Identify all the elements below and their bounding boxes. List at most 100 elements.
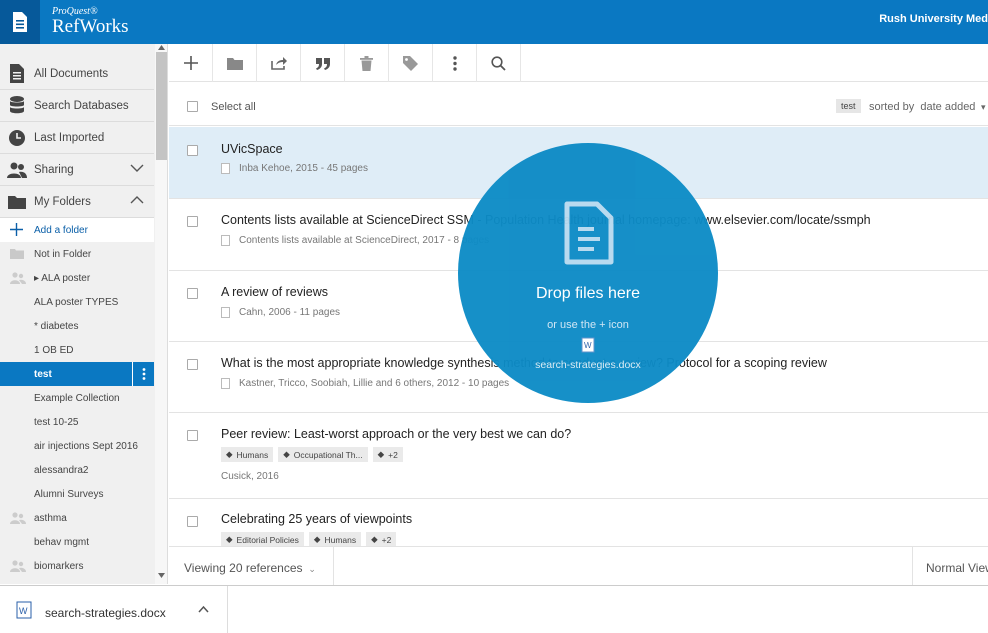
tag-icon: ◆ [377,449,385,459]
scroll-down-arrow-icon[interactable] [158,573,165,578]
reference-title[interactable]: UVicSpace [221,142,283,156]
database-icon [0,96,34,115]
reference-row[interactable]: Peer review: Least-worst approach or the… [169,413,988,499]
delete-button[interactable] [345,44,389,82]
viewing-count-dropdown[interactable]: Viewing 20 references ⌄ [184,561,316,575]
chevron-up-icon[interactable] [130,195,144,205]
folder-item[interactable]: * diabetes [0,314,154,338]
nav-all-documents[interactable]: All Documents [0,58,154,90]
folder-item[interactable]: Not in Folder [0,242,154,266]
reference-title[interactable]: Peer review: Least-worst approach or the… [221,427,571,441]
folder-label: test 10-25 [34,416,79,428]
tag-chip[interactable]: ◆ Occupational Th... [278,447,368,462]
reference-meta: Contents lists available at ScienceDirec… [221,235,489,246]
folder-item[interactable]: Example Collection [0,386,154,410]
cite-button[interactable] [301,44,345,82]
trash-icon [360,55,373,71]
add-folder-button[interactable]: Add a folder [0,218,154,242]
institution-name[interactable]: Rush University Med [879,13,988,25]
sort-field: date added [920,101,976,113]
more-vertical-icon [452,55,457,71]
tag-icon: ◆ [226,449,233,459]
folder-item-active[interactable]: test [0,362,154,386]
row-checkbox[interactable] [187,145,198,156]
tag-chip[interactable]: ◆ Humans [308,532,362,546]
folder-item[interactable]: asthma [0,506,154,530]
file-icon [221,235,230,246]
svg-text:W: W [584,341,592,350]
folder-item[interactable]: air injections Sept 2016 [0,434,154,458]
tag-button[interactable] [389,44,433,82]
file-icon [221,307,230,318]
nav-my-folders[interactable]: My Folders [0,186,154,218]
word-file-icon: W [581,337,595,353]
tag-list: ◆ Humans ◆ Occupational Th... ◆ +2 [221,447,403,462]
folder-item[interactable]: 1 OB ED [0,338,154,362]
sidebar: All Documents Search Databases Last Impo… [0,44,168,584]
folder-item[interactable]: ALA poster TYPES [0,290,154,314]
folder-item[interactable]: ▸ ALA poster [0,266,154,290]
folder-item[interactable]: alessandra2 [0,458,154,482]
reference-row[interactable]: Celebrating 25 years of viewpoints ◆ Edit… [169,499,988,546]
tag-label: Occupational Th... [293,449,363,460]
divider [912,547,913,585]
nav-label: All Documents [34,67,109,80]
add-folder-label: Add a folder [34,224,88,236]
nav-label: Last Imported [34,131,105,144]
list-footer: Viewing 20 references ⌄ Normal View [169,546,988,585]
view-mode-dropdown[interactable]: Normal View [926,561,988,575]
folder-icon [0,194,34,209]
nav-label: Sharing [34,163,74,176]
reference-meta: Cusick, 2016 [221,471,279,482]
select-all-checkbox[interactable] [187,101,198,112]
search-button[interactable] [477,44,521,82]
more-button[interactable] [433,44,477,82]
folder-label: Alumni Surveys [34,488,104,500]
download-item[interactable]: W search-strategies.docx [0,586,228,633]
sidebar-scrollbar[interactable] [155,44,167,584]
folder-item[interactable]: biomarkers [0,554,154,578]
shared-folder-icon [10,272,26,284]
tag-chip[interactable]: ◆ +2 [366,532,397,546]
folder-button[interactable] [213,44,257,82]
tag-label: +2 [388,449,398,460]
chevron-up-icon[interactable] [198,605,209,613]
select-all-label[interactable]: Select all [211,101,256,113]
tag-chip[interactable]: ◆ Editorial Policies [221,532,304,546]
people-icon [0,162,34,178]
nav-sharing[interactable]: Sharing [0,154,154,186]
tag-label: Humans [324,534,357,545]
row-checkbox[interactable] [187,359,198,370]
download-bar: W search-strategies.docx [0,585,988,633]
file-icon [221,163,230,174]
tag-chip[interactable]: ◆ +2 [372,447,403,462]
reference-title[interactable]: Celebrating 25 years of viewpoints [221,512,412,526]
add-button[interactable] [169,44,213,82]
reference-meta: Cahn, 2006 - 11 pages [221,307,340,318]
row-checkbox[interactable] [187,516,198,527]
row-checkbox[interactable] [187,216,198,227]
tag-chip[interactable]: ◆ Humans [221,447,274,462]
reference-meta-text: Cusick, 2016 [221,471,279,482]
app-header: ProQuest® RefWorks Rush University Med [0,0,988,44]
chevron-down-icon[interactable] [130,163,144,173]
row-checkbox[interactable] [187,430,198,441]
sort-control[interactable]: sorted by date added ▾ [869,101,986,113]
scroll-thumb[interactable] [156,52,167,160]
folder-menu-button[interactable] [132,362,154,386]
scroll-up-arrow-icon[interactable] [158,45,165,50]
app-logo[interactable] [0,0,40,44]
drop-subtitle: or use the + icon [547,319,629,331]
shared-folder-icon [10,512,26,524]
drop-zone-overlay[interactable]: Drop files here or use the + icon W sear… [458,143,718,403]
nav-search-databases[interactable]: Search Databases [0,90,154,122]
nav-last-imported[interactable]: Last Imported [0,122,154,154]
brand[interactable]: ProQuest® RefWorks [52,6,129,37]
folder-item[interactable]: test 10-25 [0,410,154,434]
row-checkbox[interactable] [187,288,198,299]
folder-item[interactable]: behav mgmt [0,530,154,554]
folder-tag: test [836,99,861,113]
folder-item[interactable]: Alumni Surveys [0,482,154,506]
share-button[interactable] [257,44,301,82]
reference-title[interactable]: A review of reviews [221,285,328,299]
